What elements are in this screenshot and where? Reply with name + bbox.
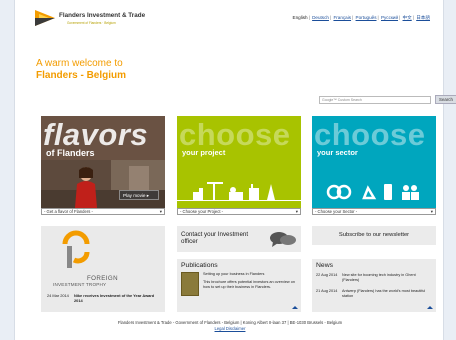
sector-select[interactable]: - Choose your Sector - ▾ — [312, 208, 436, 215]
brand-name: Flanders Investment & Trade — [59, 12, 146, 19]
flavor-select-value: - Get a flavor of Flanders - — [44, 209, 93, 214]
brand-logo-icon — [35, 10, 55, 26]
project-icons — [177, 182, 301, 201]
news-date: 21 Aug 2014 — [316, 289, 338, 293]
language-link-russian[interactable]: Русский — [381, 15, 398, 20]
newsletter-text: Subscribe to our newsletter — [338, 232, 410, 238]
welcome-line2: Flanders - Belgium — [36, 70, 127, 81]
page: Flanders Investment & Trade Government o… — [14, 0, 456, 340]
flavor-select[interactable]: - Get a flavor of Flanders - ▾ — [41, 208, 165, 215]
newsletter-box[interactable]: Subscribe to our newsletter — [312, 226, 436, 245]
more-arrow-icon[interactable] — [292, 306, 298, 309]
news-text: New site for booming tech industry in Gh… — [342, 273, 416, 282]
news-item[interactable]: 21 Aug 2014 Antwerp (Flanders) has the wo… — [316, 289, 432, 299]
chevron-down-icon: ▾ — [159, 209, 162, 214]
brochure-cover-icon[interactable] — [181, 272, 199, 296]
trophy-date: 24 Mar 2014 — [47, 293, 69, 298]
publications-heading: Publications — [181, 262, 218, 269]
news-heading: News — [316, 262, 333, 269]
search-button[interactable]: Search — [435, 95, 456, 104]
news-text: Antwerp (Flanders) has the world's most … — [342, 289, 426, 298]
publication-description: This brochure offers potential investors… — [203, 280, 295, 289]
project-select-value: - Choose your Project - — [180, 209, 224, 214]
welcome-line1: A warm welcome to — [36, 58, 123, 69]
tile-sector-subtitle: your sector — [317, 148, 358, 157]
publication-title-link[interactable]: Setting up your business in Flanders — [203, 272, 297, 276]
language-bar: English| Deutsch| Français| Português| Р… — [292, 15, 430, 20]
footer-text: Flanders Investment & Trade - Government… — [117, 320, 343, 325]
trophy-logo-icon — [62, 230, 90, 268]
publications-box: Publications Setting up your business in… — [177, 259, 301, 312]
trophy-box[interactable]: FOREIGN INVESTMENT TROPHY 24 Mar 2014 Ni… — [41, 226, 165, 312]
sector-select-value: - Choose your Sector - — [315, 209, 358, 214]
sector-icons — [326, 184, 419, 200]
language-link-francais[interactable]: Français — [333, 15, 351, 20]
contact-officer-text: Contact your Investment officer — [181, 231, 249, 245]
contact-officer-box[interactable]: Contact your Investment officer — [177, 226, 301, 252]
language-link-deutsch[interactable]: Deutsch — [312, 15, 329, 20]
trophy-title: FOREIGN — [87, 275, 118, 282]
language-link-chinese[interactable]: 中文 — [403, 15, 412, 20]
news-date: 22 Aug 2014 — [316, 273, 338, 277]
more-arrow-icon[interactable] — [427, 306, 433, 309]
language-link-japanese[interactable]: 日本語 — [416, 15, 430, 20]
tile-project-subtitle: your project — [182, 148, 226, 157]
language-link-portugues[interactable]: Português — [356, 15, 377, 20]
news-box: News 22 Aug 2014 New site for booming tec… — [312, 259, 436, 312]
tile-project[interactable]: choose your project — [177, 116, 301, 208]
tile-sector[interactable]: choose your sector — [312, 116, 436, 208]
trophy-news-link[interactable]: Nike receives Investment of the Year Awa… — [74, 293, 162, 303]
chevron-down-icon: ▾ — [295, 209, 298, 214]
play-movie-button[interactable]: Play movie ▸ — [119, 190, 159, 200]
legal-disclaimer-link[interactable]: Legal Disclaimer — [15, 326, 445, 331]
speech-bubbles-icon — [270, 232, 296, 247]
search-input[interactable]: Google™ Custom Search — [319, 96, 431, 104]
chevron-down-icon: ▾ — [430, 209, 433, 214]
woman-photo-icon — [75, 167, 97, 208]
brand-tagline: Government of Flanders · Belgium — [67, 21, 116, 25]
trophy-subtitle: INVESTMENT TROPHY — [53, 282, 107, 287]
brand-logo[interactable]: Flanders Investment & Trade Government o… — [33, 8, 193, 38]
language-current: English — [292, 15, 308, 20]
tile-flavors[interactable]: flavors of Flanders Play movie ▸ — [41, 116, 165, 208]
project-select[interactable]: - Choose your Project - ▾ — [177, 208, 301, 215]
tile-flavors-subtitle: of Flanders — [46, 148, 95, 158]
news-item[interactable]: 22 Aug 2014 New site for booming tech ind… — [316, 273, 432, 283]
